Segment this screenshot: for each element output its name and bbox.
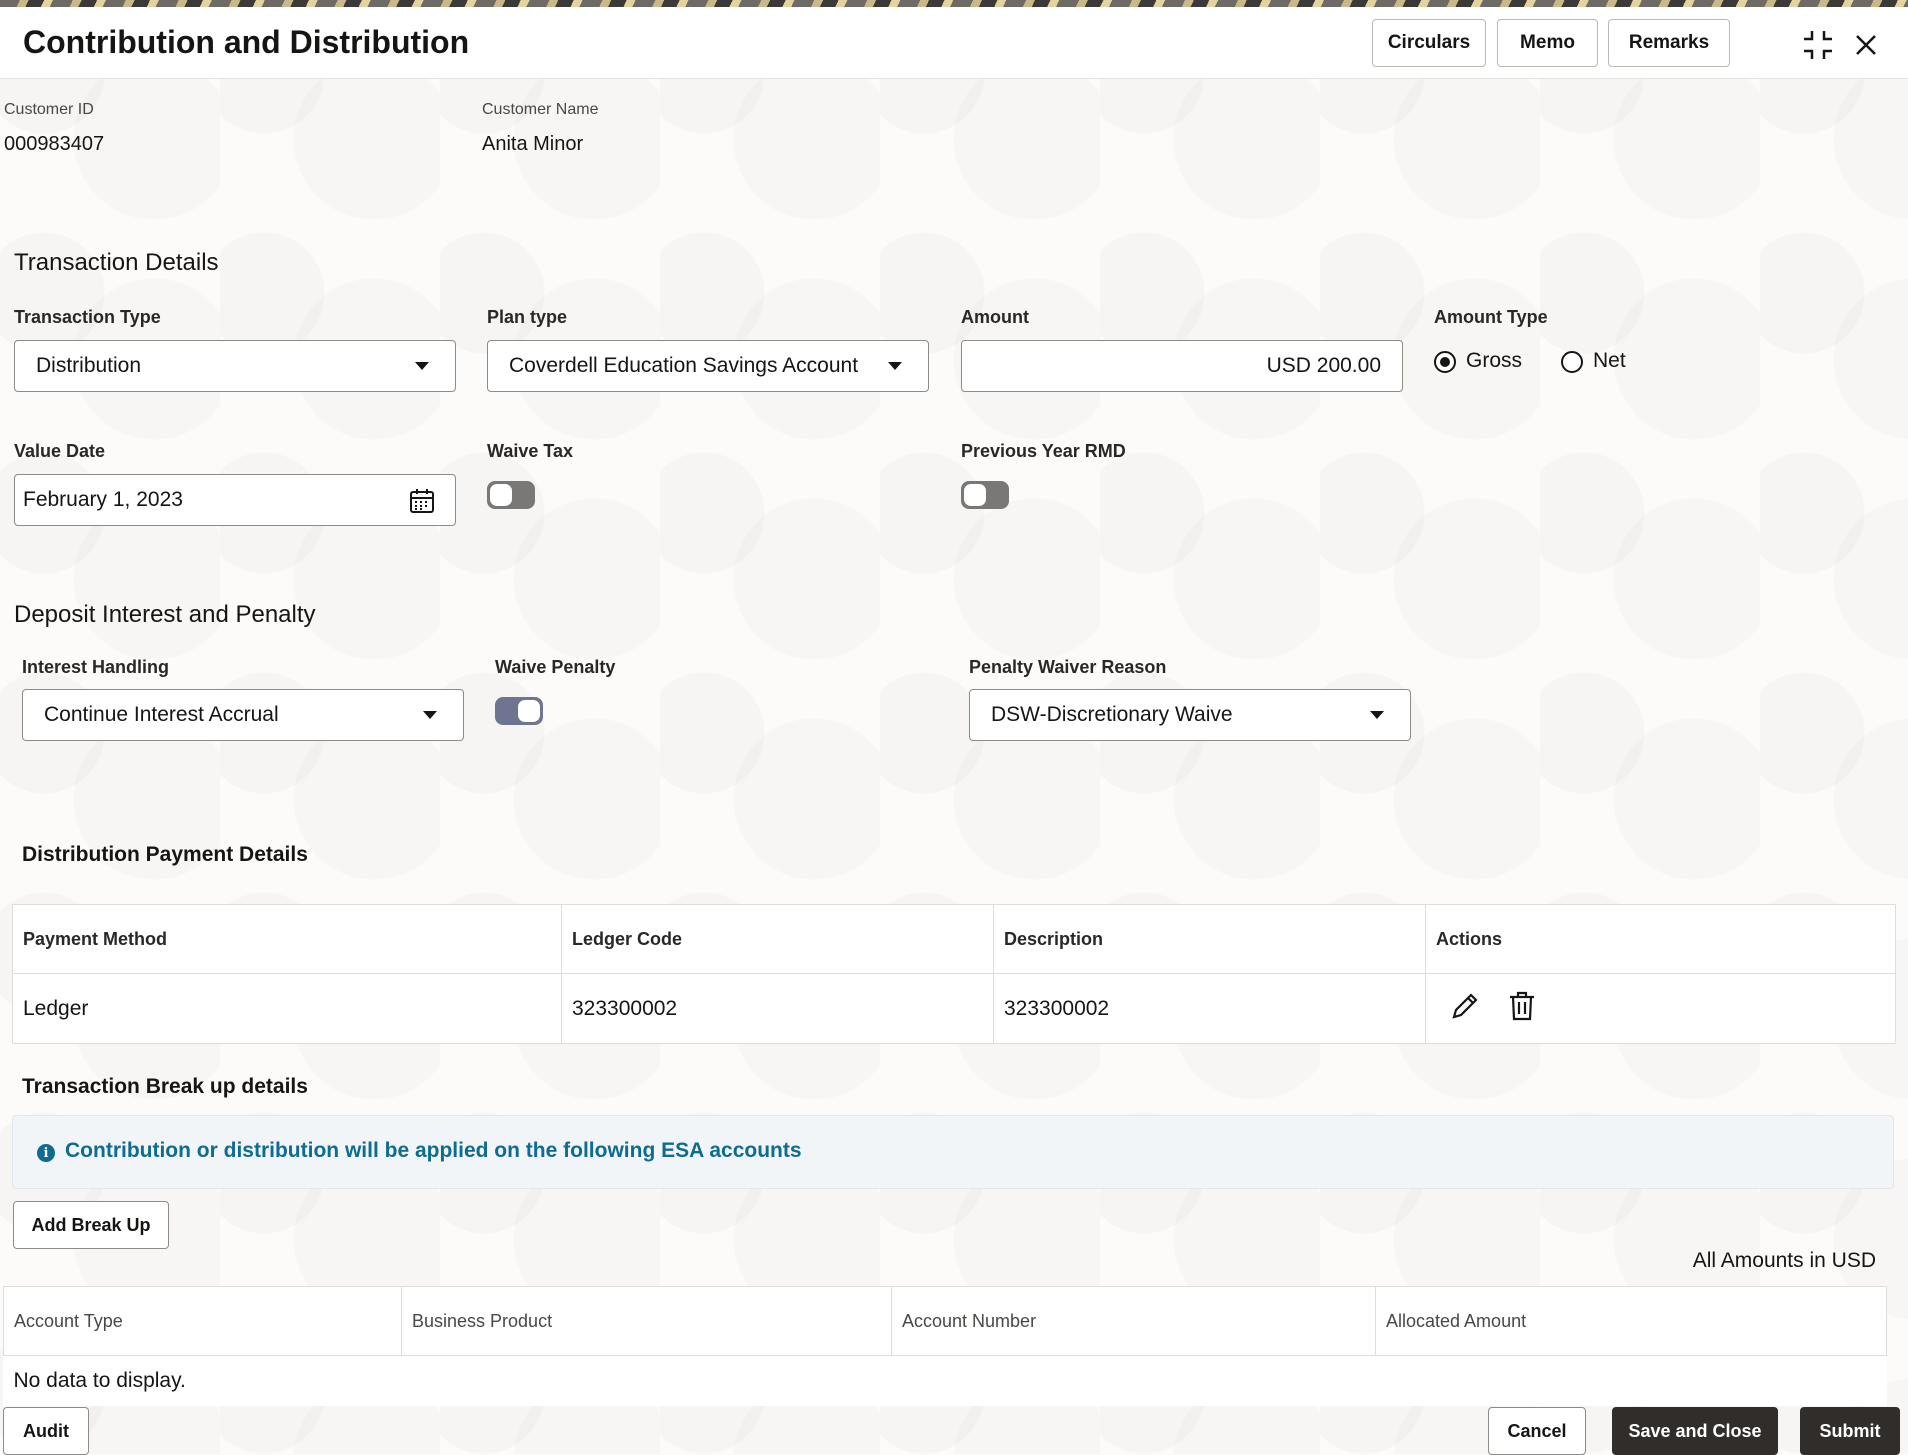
penalty-waiver-reason-label: Penalty Waiver Reason <box>969 657 1167 677</box>
table-row: Ledger 323300002 323300002 <box>12 973 1896 1044</box>
payment-method-cell: Ledger <box>12 973 562 1044</box>
gross-radio[interactable] <box>1434 351 1456 373</box>
delete-icon[interactable] <box>1508 991 1536 1027</box>
actions-cell <box>1425 973 1896 1044</box>
audit-button[interactable]: Audit <box>3 1407 89 1455</box>
minimize-icon[interactable] <box>1800 27 1836 63</box>
column-header: Business Product <box>401 1286 892 1356</box>
waive-penalty-toggle[interactable] <box>495 697 543 725</box>
top-decorative-strip <box>0 0 1908 7</box>
submit-button[interactable]: Submit <box>1800 1407 1900 1455</box>
amount-type-label: Amount Type <box>1434 307 1548 327</box>
calendar-icon[interactable] <box>409 488 435 520</box>
remarks-button[interactable]: Remarks <box>1608 19 1730 67</box>
chevron-down-icon <box>423 711 437 719</box>
column-header: Account Type <box>3 1286 402 1356</box>
plan-type-value: Coverdell Education Savings Account <box>509 354 859 377</box>
info-icon: i <box>37 1144 55 1162</box>
deposit-interest-heading: Deposit Interest and Penalty <box>14 601 316 628</box>
amounts-currency-note: All Amounts in USD <box>1692 1249 1876 1272</box>
interest-handling-select[interactable]: Continue Interest Accrual <box>22 689 464 741</box>
waive-tax-toggle[interactable] <box>487 481 535 509</box>
waive-tax-label: Waive Tax <box>487 441 574 461</box>
net-radio-label: Net <box>1593 349 1626 372</box>
distribution-payment-heading: Distribution Payment Details <box>22 843 308 866</box>
distribution-payment-table: Payment Method Ledger Code Description A… <box>12 904 1896 1044</box>
interest-handling-label: Interest Handling <box>22 657 170 677</box>
table-header-row: Payment Method Ledger Code Description A… <box>12 904 1896 974</box>
plan-type-select[interactable]: Coverdell Education Savings Account <box>487 340 929 392</box>
value-date-label: Value Date <box>14 441 106 461</box>
customer-id-value: 000983407 <box>4 133 105 155</box>
save-and-close-button[interactable]: Save and Close <box>1612 1407 1778 1455</box>
penalty-waiver-reason-select[interactable]: DSW-Discretionary Waive <box>969 689 1411 741</box>
customer-name-label: Customer Name <box>482 101 599 118</box>
empty-table-message: No data to display. <box>13 1368 186 1392</box>
breakup-table: Account Type Business Product Account Nu… <box>3 1286 1887 1406</box>
previous-year-rmd-label: Previous Year RMD <box>961 441 1126 461</box>
info-banner: i Contribution or distribution will be a… <box>12 1115 1894 1189</box>
previous-year-rmd-toggle[interactable] <box>961 481 1009 509</box>
transaction-type-label: Transaction Type <box>14 307 161 327</box>
interest-handling-value: Continue Interest Accrual <box>44 703 279 726</box>
column-header: Ledger Code <box>561 904 994 974</box>
column-header: Payment Method <box>12 904 562 974</box>
chevron-down-icon <box>888 362 902 370</box>
transaction-details-heading: Transaction Details <box>14 249 219 276</box>
transaction-type-value: Distribution <box>36 354 142 377</box>
customer-id-label: Customer ID <box>4 101 94 118</box>
cancel-button[interactable]: Cancel <box>1488 1407 1586 1455</box>
net-radio[interactable] <box>1561 351 1583 373</box>
memo-button[interactable]: Memo <box>1497 19 1598 67</box>
value-date-value: February 1, 2023 <box>23 488 183 511</box>
plan-type-label: Plan type <box>487 307 568 327</box>
gross-radio-label: Gross <box>1466 349 1523 372</box>
customer-name-value: Anita Minor <box>482 133 584 155</box>
table-header-row: Account Type Business Product Account Nu… <box>3 1286 1887 1356</box>
waive-penalty-label: Waive Penalty <box>495 657 616 677</box>
page: Contribution and Distribution Circulars … <box>0 7 1908 1455</box>
ledger-code-cell: 323300002 <box>561 973 994 1044</box>
circulars-button[interactable]: Circulars <box>1372 19 1486 67</box>
penalty-waiver-reason-value: DSW-Discretionary Waive <box>991 703 1233 726</box>
page-header: Contribution and Distribution Circulars … <box>0 7 1908 79</box>
chevron-down-icon <box>1370 711 1384 719</box>
page-title: Contribution and Distribution <box>23 24 470 60</box>
amount-label: Amount <box>961 307 1029 327</box>
amount-input[interactable]: USD 200.00 <box>961 340 1403 392</box>
chevron-down-icon <box>415 362 429 370</box>
value-date-input[interactable]: February 1, 2023 <box>14 474 456 526</box>
amount-value: USD 200.00 <box>1266 354 1381 377</box>
transaction-type-select[interactable]: Distribution <box>14 340 456 392</box>
column-header: Description <box>993 904 1426 974</box>
add-break-up-button[interactable]: Add Break Up <box>13 1201 169 1249</box>
column-header: Actions <box>1425 904 1896 974</box>
column-header: Account Number <box>891 1286 1376 1356</box>
column-header: Allocated Amount <box>1375 1286 1887 1356</box>
edit-icon[interactable] <box>1450 991 1480 1027</box>
close-icon[interactable] <box>1848 27 1884 63</box>
breakup-heading: Transaction Break up details <box>22 1075 308 1098</box>
description-cell: 323300002 <box>993 973 1426 1044</box>
info-banner-text: Contribution or distribution will be app… <box>65 1139 802 1162</box>
table-row: No data to display. <box>4 1356 1887 1406</box>
